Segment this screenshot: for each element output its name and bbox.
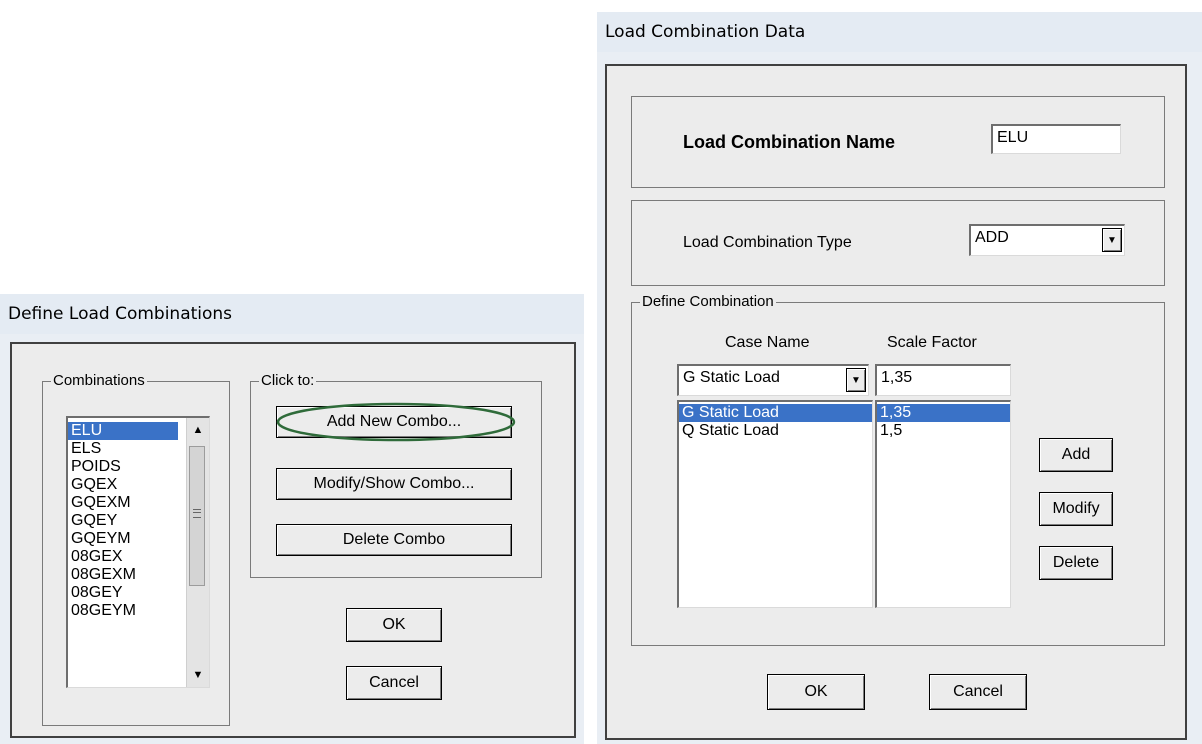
- combination-list-item[interactable]: GQEYM: [68, 530, 178, 548]
- load-combination-name-input[interactable]: ELU: [991, 124, 1121, 154]
- cancel-button[interactable]: Cancel: [346, 666, 442, 700]
- case-list[interactable]: G Static Load Q Static Load: [677, 400, 873, 608]
- combination-list-item[interactable]: ELS: [68, 440, 178, 458]
- combination-list-item[interactable]: 08GEY: [68, 584, 178, 602]
- combinations-group-title: Combinations: [51, 372, 147, 390]
- load-combination-data-window: Load Combination Data Load Combination N…: [597, 12, 1202, 744]
- case-list-item[interactable]: G Static Load: [679, 404, 872, 422]
- name-input-value: ELU: [997, 129, 1029, 146]
- factor-list-item[interactable]: 1,5: [877, 422, 1010, 440]
- ok-button[interactable]: OK: [346, 608, 442, 642]
- scale-factor-header: Scale Factor: [887, 334, 977, 351]
- add-button[interactable]: Add: [1039, 438, 1113, 472]
- combination-list-item[interactable]: ELU: [68, 422, 178, 440]
- scroll-up-icon[interactable]: ▲: [187, 424, 209, 436]
- factor-list-item[interactable]: 1,35: [877, 404, 1010, 422]
- combination-list-item[interactable]: GQEXM: [68, 494, 178, 512]
- case-name-select[interactable]: G Static Load ▼: [677, 364, 869, 396]
- factor-list-items: 1,35 1,5: [877, 402, 1010, 440]
- delete-button[interactable]: Delete: [1039, 546, 1113, 580]
- combinations-list[interactable]: ELU ELS POIDS GQEX GQEXM GQEY GQEYM 08GEX 08GEXM…: [66, 416, 210, 688]
- case-list-item[interactable]: Q Static Load: [679, 422, 872, 440]
- combination-list-item[interactable]: 08GEYM: [68, 602, 178, 620]
- chevron-down-icon[interactable]: ▼: [846, 368, 866, 392]
- modify-show-combo-button[interactable]: Modify/Show Combo...: [276, 468, 512, 500]
- scroll-down-icon[interactable]: ▼: [187, 669, 209, 681]
- scrollbar-thumb[interactable]: [189, 446, 205, 586]
- ok-button[interactable]: OK: [767, 674, 865, 710]
- highlight-ellipse: [276, 402, 516, 442]
- load-combination-name-label: Load Combination Name: [683, 132, 896, 152]
- combinations-list-items: ELU ELS POIDS GQEX GQEXM GQEY GQEYM 08GEX 08GEXM…: [68, 422, 178, 620]
- case-list-items: G Static Load Q Static Load: [679, 402, 872, 440]
- define-load-combinations-window: Define Load Combinations Combinations EL…: [0, 294, 584, 744]
- combination-list-item[interactable]: GQEY: [68, 512, 178, 530]
- modify-button[interactable]: Modify: [1039, 492, 1113, 526]
- dialog-body: Load Combination Name ELU Load Combinati…: [605, 64, 1187, 740]
- combination-list-item[interactable]: POIDS: [68, 458, 178, 476]
- scale-factor-input[interactable]: 1,35: [875, 364, 1011, 396]
- load-combination-type-label: Load Combination Type: [683, 234, 852, 251]
- window-title: Load Combination Data: [597, 12, 1202, 52]
- window-title: Define Load Combinations: [0, 294, 584, 334]
- case-name-header: Case Name: [725, 334, 810, 351]
- combination-list-item[interactable]: 08GEX: [68, 548, 178, 566]
- combination-list-item[interactable]: 08GEXM: [68, 566, 178, 584]
- chevron-down-icon[interactable]: ▼: [1102, 228, 1122, 252]
- dialog-body: Combinations ELU ELS POIDS GQEX GQEXM GQEY GQE…: [10, 342, 576, 738]
- cancel-button[interactable]: Cancel: [929, 674, 1027, 710]
- combinations-scrollbar[interactable]: ▲ ▼: [186, 418, 209, 687]
- delete-combo-button[interactable]: Delete Combo: [276, 524, 512, 556]
- click-to-group-title: Click to:: [259, 372, 317, 390]
- combination-list-item[interactable]: GQEX: [68, 476, 178, 494]
- case-select-value: G Static Load: [683, 369, 780, 386]
- load-combination-type-select[interactable]: ADD ▼: [969, 224, 1125, 256]
- define-combination-group-title: Define Combination: [640, 293, 776, 311]
- factor-list[interactable]: 1,35 1,5: [875, 400, 1011, 608]
- scale-input-value: 1,35: [881, 369, 913, 386]
- thumb-grip-icon: [193, 509, 201, 518]
